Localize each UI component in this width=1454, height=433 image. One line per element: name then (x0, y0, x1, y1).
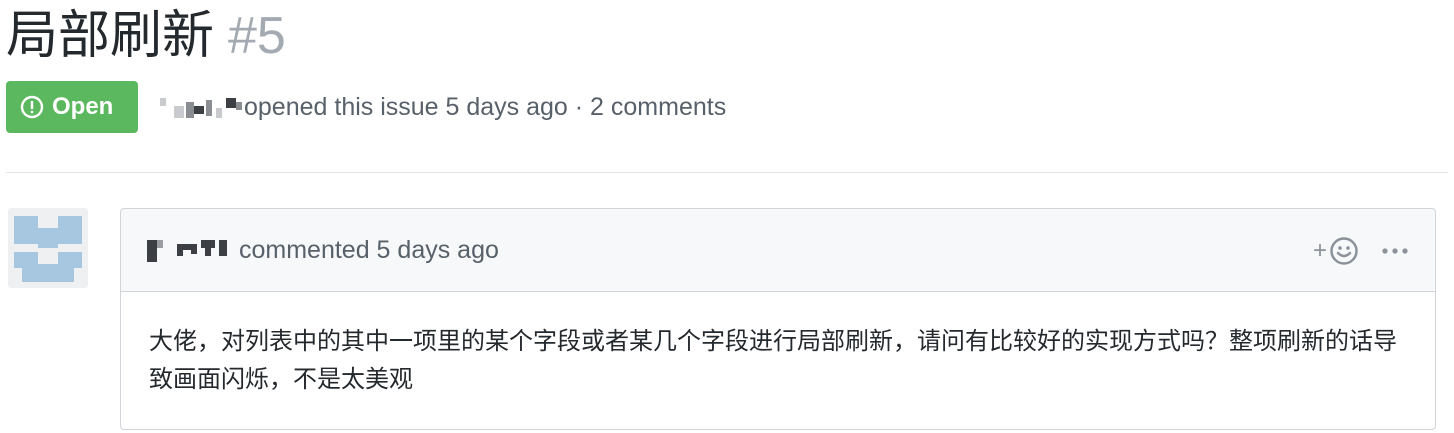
issue-meta-text-wrap: opened this issue 5 days ago · 2 comment… (160, 93, 726, 122)
comment-author-link[interactable] (147, 238, 233, 262)
more-options-button[interactable] (1381, 247, 1409, 255)
issue-page: 局部刷新#5 Open opened this issue 5 days ag (0, 0, 1454, 433)
comment-body: 大佬，对列表中的其中一项里的某个字段或者某几个字段进行局部刷新，请问有比较好的实… (149, 327, 1397, 393)
smiley-icon (1330, 236, 1358, 265)
kebab-horizontal-icon (1382, 247, 1408, 254)
author-link[interactable] (160, 96, 242, 118)
issue-number: #5 (228, 7, 286, 65)
comment-box: commented 5 days ago + 大佬，对列表中的其中一项里的某个字… (120, 208, 1436, 430)
issue-title: 局部刷新 (6, 7, 215, 65)
state-badge-label: Open (52, 93, 114, 120)
issue-opened-icon (20, 95, 44, 119)
state-badge: Open (6, 81, 138, 133)
issue-title-heading: 局部刷新 #5 (6, 0, 286, 72)
add-reaction-button[interactable]: + (1313, 236, 1359, 266)
header-divider (6, 172, 1448, 173)
avatar[interactable] (8, 208, 88, 288)
comment-meta: commented 5 days ago (239, 235, 499, 264)
issue-meta-row: Open opened this issue 5 days ago · 2 co… (6, 81, 726, 133)
avatar-identicon (8, 208, 88, 288)
issue-meta-text: opened this issue 5 days ago · 2 comment… (244, 92, 727, 121)
reaction-plus: + (1312, 236, 1327, 264)
comment-actions: + (1313, 209, 1409, 292)
comment-header: commented 5 days ago + (121, 209, 1435, 292)
